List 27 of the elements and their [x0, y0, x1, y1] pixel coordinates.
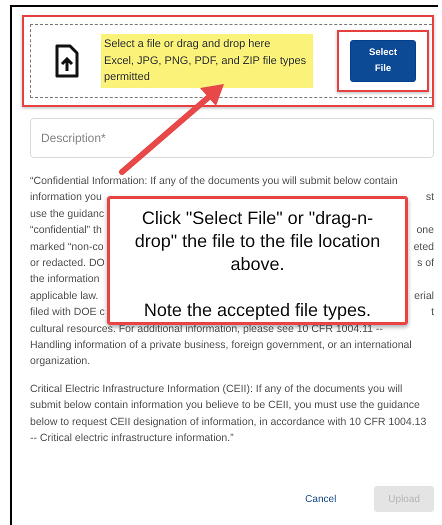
notice-text: st [426, 190, 434, 206]
notice-text: information you [30, 190, 102, 206]
notice-text: applicable law. [30, 288, 98, 304]
upload-instructions: Select a file or drag and drop here Excel, JPG, PNG, PDF, and ZIP file types permitted [101, 34, 313, 88]
notice-text: t [431, 305, 434, 320]
notice-text: “confidential” th [30, 223, 102, 238]
select-file-button[interactable]: Select File [350, 40, 416, 82]
cancel-button[interactable]: Cancel [291, 486, 350, 512]
notice-text: use the guidanc [30, 206, 104, 222]
notice-text: marked “non-co [30, 240, 104, 255]
notice-paragraph: Critical Electric Infrastructure Information (CEII): If any of the documents you will submit below contain information you believe to be CEII, you must use the guidance below to request CEII designation of information, in accordance with 10 CFR 1004.13 -- Critical electric infrastructure information.” [30, 382, 428, 446]
notice-text: cultural resources. For additional information, please see 10 CFR 1004.11 -- [30, 322, 383, 337]
callout-text: Note the accepted file types. [142, 299, 372, 322]
file-upload-icon [55, 44, 79, 78]
notice-text: Handling information of a private business, foreign government, or an international [30, 338, 412, 353]
notice-text: erial [414, 288, 434, 304]
notice-text: filed with DOE c [30, 305, 105, 320]
description-field[interactable]: Description* [30, 118, 434, 158]
drop-zone[interactable]: Select a file or drag and drop here Excel, JPG, PNG, PDF, and ZIP file types permitted Select File [30, 24, 432, 98]
callout-text: Click "Select File" or "drag-n-drop" the file to the file location above. [134, 207, 382, 276]
notice-text: or redacted. DO [30, 256, 105, 271]
notice-text: organization. [30, 354, 90, 370]
notice-text: s of [417, 256, 434, 271]
notice-text: the information [30, 272, 100, 288]
notice-text: “Confidential Information: If any of the documents you will submit below contain [30, 174, 398, 189]
notice-text: one [416, 223, 434, 238]
notice-text: eted [414, 240, 434, 255]
